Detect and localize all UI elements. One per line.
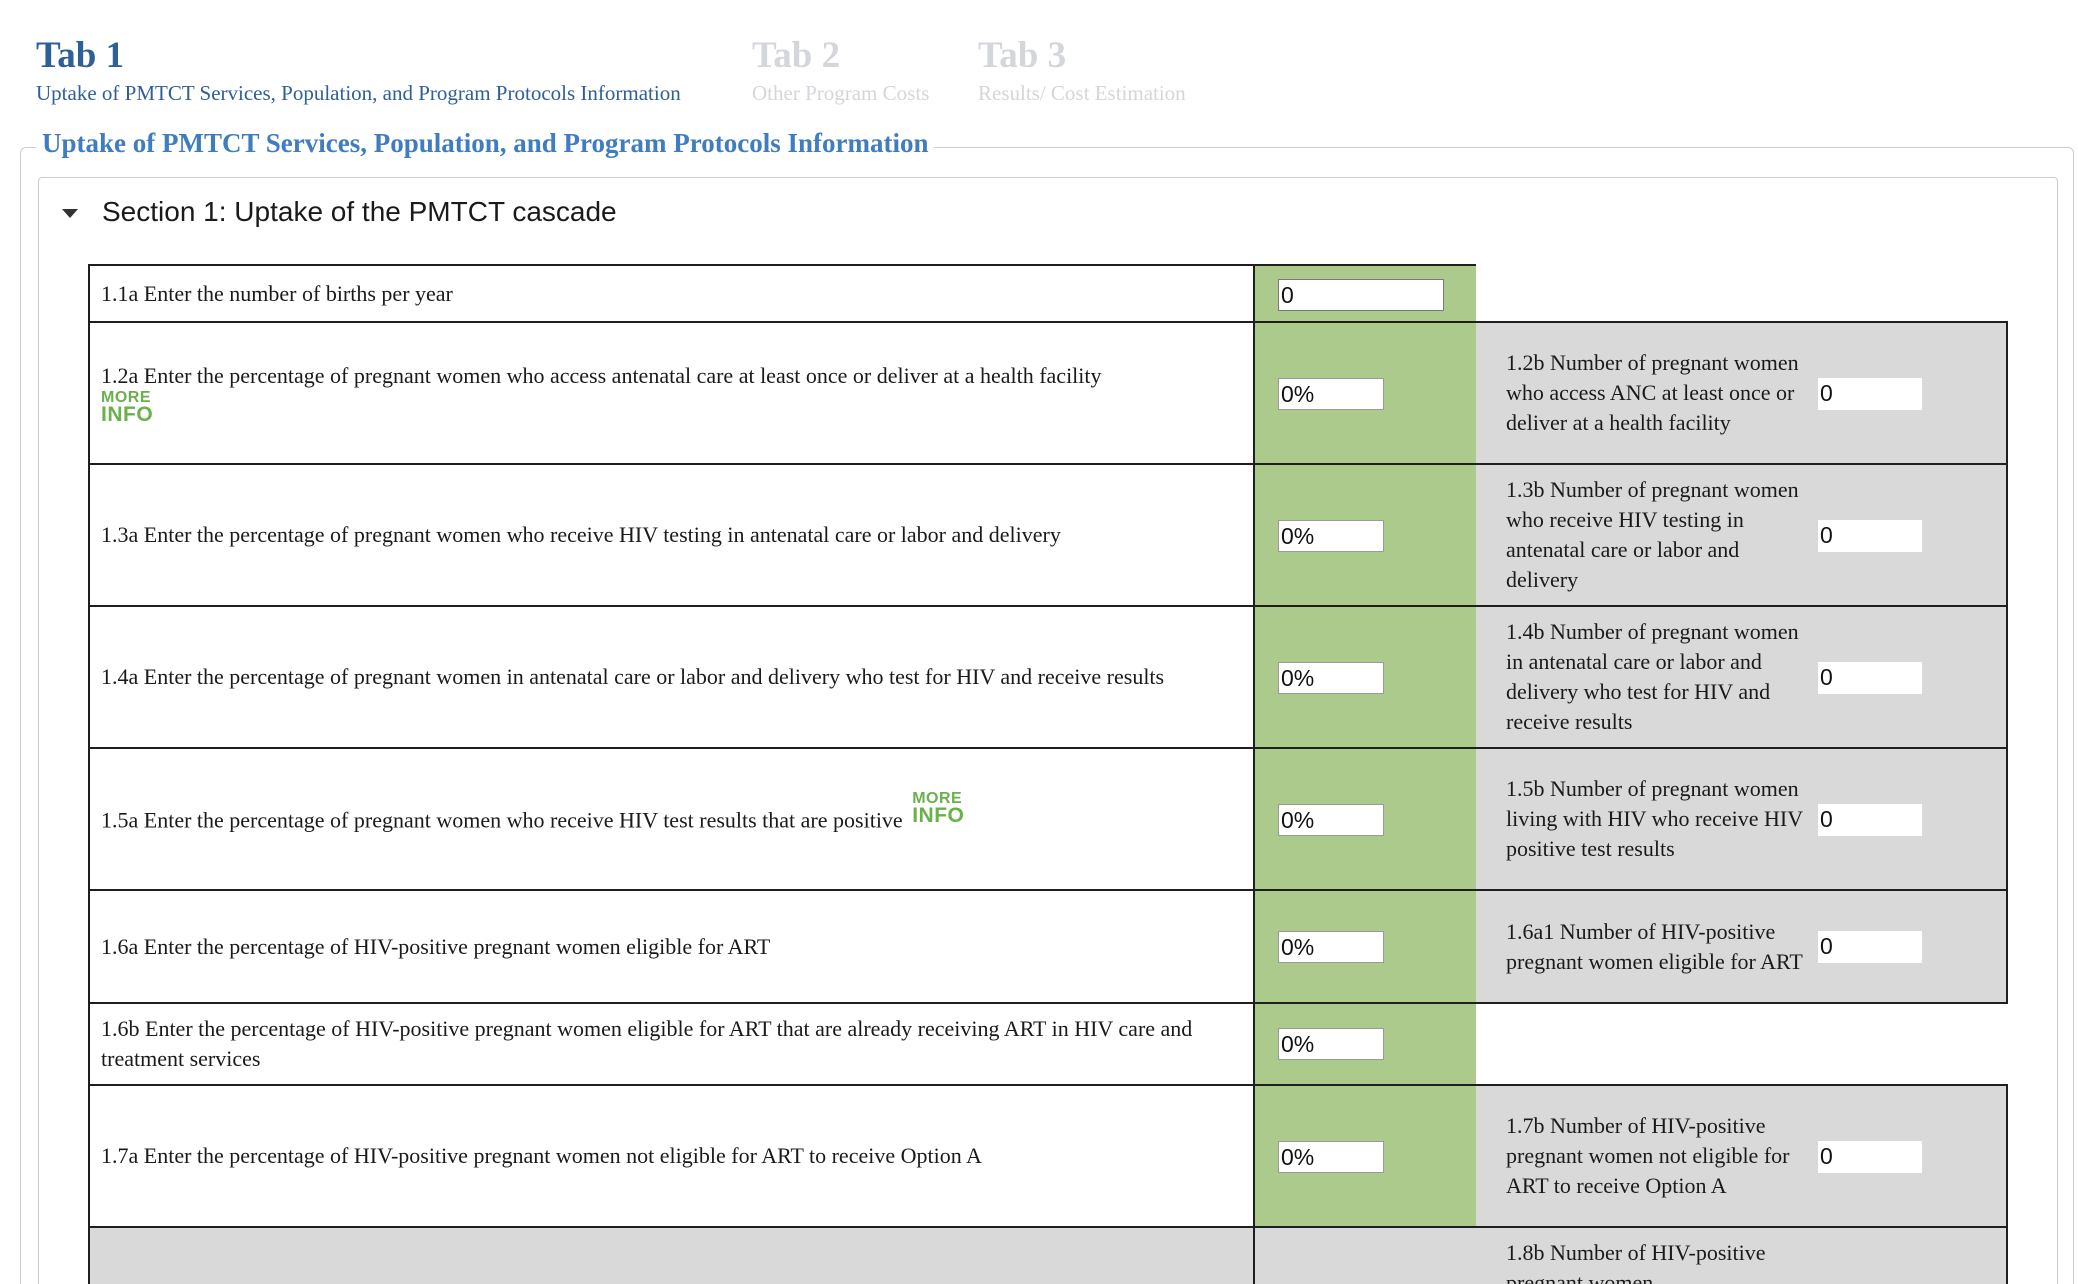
derived-label-1-4b: 1.4b Number of pregnant women in antenat… [1506,619,1799,734]
input-cell-1-8a [1255,1226,1476,1284]
question-1-3a: 1.3a Enter the percentage of pregnant wo… [88,463,1255,607]
input-cell-1-6a: 0% [1255,889,1476,1004]
row-1-3: 1.3a Enter the percentage of pregnant wo… [88,463,2008,607]
input-cell-1-2a: 0% [1255,321,1476,465]
caret-down-icon [62,208,78,218]
derived-cell-1-4b: 1.4b Number of pregnant women in antenat… [1476,605,2008,749]
row-1-2: 1.2a Enter the percentage of pregnant wo… [88,321,2008,465]
derived-value-1-7b: 0 [1818,1141,1922,1173]
row-1-7: 1.7a Enter the percentage of HIV-positiv… [88,1084,2008,1228]
tab-2-subtitle: Other Program Costs [752,81,930,105]
row-1-1: 1.1a Enter the number of births per year… [88,264,1476,323]
derived-label-1-7b: 1.7b Number of HIV-positive pregnant wom… [1506,1113,1790,1198]
row-1-8: 1.8b Number of HIV-positive pregnant wom… [88,1226,2008,1284]
question-1-4a-label: 1.4a Enter the percentage of pregnant wo… [101,664,1165,689]
input-cell-1-3a: 0% [1255,463,1476,607]
derived-label-1-2b: 1.2b Number of pregnant women who access… [1506,350,1799,435]
derived-label-1-3b: 1.3b Number of pregnant women who receiv… [1506,477,1799,592]
tab-2-title: Tab 2 [752,35,841,76]
tab-3-title: Tab 3 [978,35,1067,76]
more-info-icon[interactable]: MORE INFO [101,390,153,425]
tab-1[interactable]: Tab 1 Uptake of PMTCT Services, Populati… [36,34,681,106]
question-1-7a-label: 1.7a Enter the percentage of HIV-positiv… [101,1143,982,1168]
question-1-2a-label: 1.2a Enter the percentage of pregnant wo… [101,363,1102,389]
derived-value-1-5b: 0 [1818,804,1922,836]
question-1-5a-label: 1.5a Enter the percentage of pregnant wo… [101,807,903,833]
question-1-5a: 1.5a Enter the percentage of pregnant wo… [88,747,1255,891]
row-1-6a: 1.6a Enter the percentage of HIV-positiv… [88,889,2008,1004]
question-1-6a: 1.6a Enter the percentage of HIV-positiv… [88,889,1255,1004]
already-on-art-percent-input[interactable]: 0% [1278,1028,1384,1060]
question-1-6a-label: 1.6a Enter the percentage of HIV-positiv… [101,933,771,959]
option-a-percent-input[interactable]: 0% [1278,1141,1384,1173]
section-1-toggle[interactable]: Section 1: Uptake of the PMTCT cascade [62,192,617,232]
derived-value-1-2b: 0 [1818,378,1922,410]
derived-label-1-8b: 1.8b Number of HIV-positive pregnant wom… [1506,1240,1766,1284]
derived-label-1-6a1: 1.6a1 Number of HIV-positive pregnant wo… [1506,918,1803,974]
input-cell-1-6b: 0% [1255,1002,1476,1086]
question-1-6b: 1.6b Enter the percentage of HIV-positiv… [88,1002,1255,1086]
question-1-2a: 1.2a Enter the percentage of pregnant wo… [88,321,1255,465]
derived-cell-1-7b: 1.7b Number of HIV-positive pregnant wom… [1476,1084,2008,1228]
hiv-positive-percent-input[interactable]: 0% [1278,804,1384,836]
derived-value-1-6a1: 0 [1818,931,1922,963]
tab-3[interactable]: Tab 3 Results/ Cost Estimation [978,34,1186,106]
tab-2[interactable]: Tab 2 Other Program Costs [752,34,929,106]
question-1-3a-label: 1.3a Enter the percentage of pregnant wo… [101,522,1061,547]
derived-label-1-5b: 1.5b Number of pregnant women living wit… [1506,776,1803,861]
row-1-4: 1.4a Enter the percentage of pregnant wo… [88,605,2008,749]
hiv-testing-percent-input[interactable]: 0% [1278,520,1384,552]
derived-cell-1-3b: 1.3b Number of pregnant women who receiv… [1476,463,2008,607]
tab-1-subtitle: Uptake of PMTCT Services, Population, an… [36,81,681,105]
derived-cell-1-5b: 1.5b Number of pregnant women living wit… [1476,747,2008,891]
eligible-for-art-percent-input[interactable]: 0% [1278,931,1384,963]
input-cell-1-4a: 0% [1255,605,1476,749]
question-1-7a: 1.7a Enter the percentage of HIV-positiv… [88,1084,1255,1228]
row-1-6b: 1.6b Enter the percentage of HIV-positiv… [88,1002,1476,1086]
row-1-5: 1.5a Enter the percentage of pregnant wo… [88,747,2008,891]
question-1-1a: 1.1a Enter the number of births per year [88,264,1255,323]
derived-cell-1-8b: 1.8b Number of HIV-positive pregnant wom… [1476,1226,2008,1284]
question-1-8a [88,1226,1255,1284]
question-1-1a-label: 1.1a Enter the number of births per year [101,280,453,306]
fieldset-legend: Uptake of PMTCT Services, Population, an… [36,126,935,160]
question-1-6b-label: 1.6b Enter the percentage of HIV-positiv… [101,1016,1193,1071]
anc-access-percent-input[interactable]: 0% [1278,378,1384,410]
derived-cell-1-6a1: 1.6a1 Number of HIV-positive pregnant wo… [1476,889,2008,1004]
tab-3-subtitle: Results/ Cost Estimation [978,81,1186,105]
tab-1-title: Tab 1 [36,35,125,76]
input-cell-1-7a: 0% [1255,1084,1476,1228]
derived-value-1-3b: 0 [1818,520,1922,552]
test-and-results-percent-input[interactable]: 0% [1278,662,1384,694]
input-cell-1-1a: 0 [1255,264,1476,323]
input-cell-1-5a: 0% [1255,747,1476,891]
births-per-year-input[interactable]: 0 [1278,279,1444,311]
derived-value-1-4b: 0 [1818,662,1922,694]
question-1-4a: 1.4a Enter the percentage of pregnant wo… [88,605,1255,749]
more-info-icon[interactable]: MORE INFO [912,791,964,826]
section-1-title: Section 1: Uptake of the PMTCT cascade [102,196,617,227]
derived-cell-1-2b: 1.2b Number of pregnant women who access… [1476,321,2008,465]
